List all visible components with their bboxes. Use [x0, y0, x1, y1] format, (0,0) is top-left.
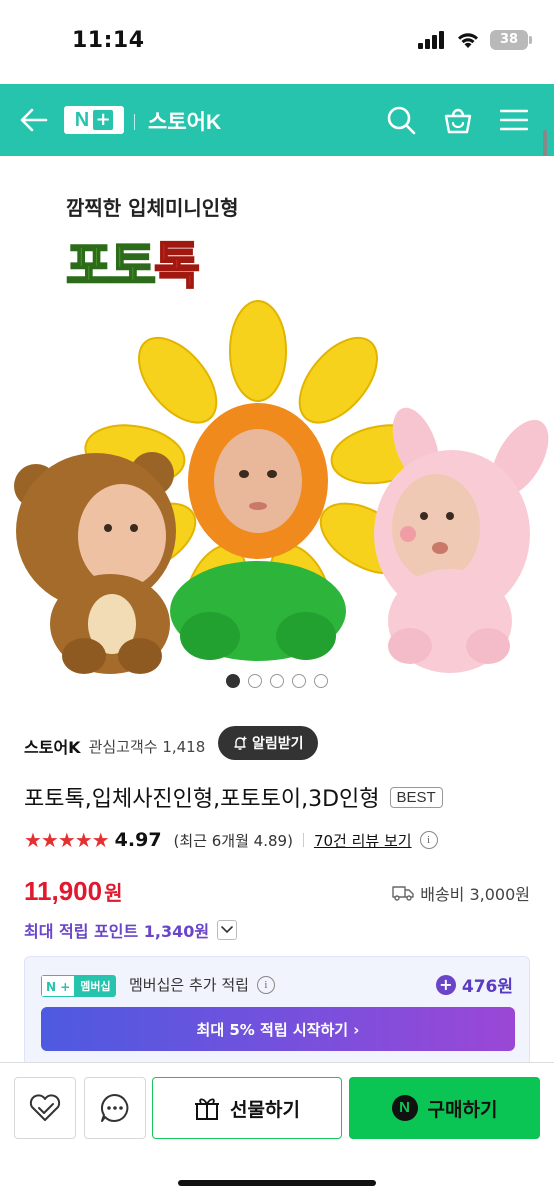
- top-header: N + 스토어K: [0, 84, 554, 156]
- best-badge: BEST: [389, 786, 443, 808]
- bell-plus-icon: [234, 736, 247, 750]
- bear-doll: [14, 452, 176, 674]
- hamburger-menu-icon: [500, 109, 528, 131]
- membership-badge: N + 멤버십: [41, 975, 116, 997]
- home-indicator[interactable]: [178, 1180, 376, 1186]
- buy-label: 구매하기: [427, 1098, 498, 1121]
- truck-icon: [392, 886, 414, 901]
- product-title-text: 포토톡,입체사진인형,포토토이,3D인형: [24, 787, 380, 812]
- signal-icon: [418, 31, 444, 49]
- menu-button[interactable]: [496, 102, 532, 138]
- membership-start-button[interactable]: 최대 5% 적립 시작하기 ›: [41, 1007, 515, 1051]
- back-arrow-icon: [20, 108, 48, 132]
- search-icon: [387, 106, 416, 135]
- gift-icon: [195, 1098, 220, 1120]
- gift-button[interactable]: 선물하기: [152, 1077, 342, 1139]
- search-button[interactable]: [383, 102, 419, 138]
- membership-box: N + 멤버십 멤버십은 추가 적립 i + 476원 최대 5% 적립 시작하…: [24, 956, 530, 1062]
- rating-value: 4.97: [114, 829, 162, 851]
- chat-bubble-icon: [100, 1093, 129, 1122]
- bunny-doll: [374, 407, 549, 673]
- rating-row: ★★★★★ 4.97 (최근 6개월 4.89) 70건 리뷰 보기 i: [24, 828, 438, 852]
- price-value: 11,900: [24, 876, 103, 906]
- brand-plus: +: [93, 110, 114, 130]
- membership-points: + 476원: [435, 972, 513, 997]
- alarm-label: 알림받기: [252, 736, 304, 752]
- header-divider: [134, 114, 135, 130]
- battery-icon: 38: [490, 30, 532, 50]
- carousel-dot-2[interactable]: [248, 674, 262, 688]
- product-photo-dolls: [14, 300, 549, 674]
- membership-text: 멤버십은 추가 적립 i: [129, 974, 275, 995]
- points-expand-button[interactable]: [217, 920, 238, 940]
- membership-badge-np: N +: [41, 975, 76, 997]
- status-time: 11:14: [72, 28, 145, 53]
- chevron-down-icon: [221, 926, 233, 934]
- shopping-bag-icon: [444, 108, 472, 134]
- points-label: 최대 적립 포인트 1,340원: [24, 922, 210, 941]
- review-link[interactable]: 70건 리뷰 보기: [314, 830, 412, 851]
- wishlist-button[interactable]: [14, 1077, 76, 1139]
- store-fans-count: 관심고객수 1,418: [88, 737, 206, 756]
- recent-rating: (최근 6개월 4.89): [173, 831, 293, 850]
- wifi-icon: [458, 33, 478, 48]
- store-title[interactable]: 스토어K: [148, 106, 221, 136]
- price-unit: 원: [104, 883, 123, 905]
- naver-plus-logo[interactable]: N +: [64, 106, 124, 134]
- membership-points-value: 476원: [461, 977, 513, 997]
- membership-text-label: 멤버십은 추가 적립: [129, 976, 249, 994]
- plus-circle-icon: +: [435, 974, 456, 995]
- shipping-fee: 배송비 3,000원: [420, 885, 530, 904]
- heart-check-icon: [29, 1094, 61, 1121]
- rating-divider: [302, 833, 304, 847]
- status-icons: 38: [418, 30, 532, 50]
- carousel-dot-1[interactable]: [226, 674, 240, 688]
- max-points[interactable]: 최대 적립 포인트 1,340원: [24, 918, 238, 942]
- rating-stars-icon: ★★★★★: [24, 828, 110, 852]
- info-icon[interactable]: i: [419, 831, 438, 849]
- membership-badge-label: 멤버십: [80, 980, 111, 993]
- naver-n-icon: N: [391, 1095, 418, 1121]
- membership-info-icon[interactable]: i: [256, 975, 275, 994]
- carousel-dot-5[interactable]: [314, 674, 328, 688]
- product-title: 포토톡,입체사진인형,포토토이,3D인형 BEST: [24, 781, 443, 813]
- cart-button[interactable]: [440, 102, 476, 138]
- alarm-button[interactable]: 알림받기: [218, 726, 318, 760]
- chat-button[interactable]: [84, 1077, 146, 1139]
- buy-button[interactable]: N 구매하기: [349, 1077, 540, 1139]
- price: 11,900 원: [24, 876, 123, 907]
- gift-label: 선물하기: [230, 1098, 300, 1121]
- back-button[interactable]: [16, 102, 52, 138]
- status-bar: 11:14 38: [0, 0, 554, 84]
- carousel-dot-4[interactable]: [292, 674, 306, 688]
- product-image-carousel[interactable]: 깜찍한 입체미니인형 포토톡: [0, 156, 554, 700]
- battery-level: 38: [499, 32, 519, 47]
- store-name[interactable]: 스토어K: [24, 734, 81, 758]
- carousel-dots: [0, 674, 554, 688]
- carousel-dot-3[interactable]: [270, 674, 284, 688]
- shipping-info: 배송비 3,000원: [392, 881, 530, 905]
- store-info: 스토어K 관심고객수 1,418: [24, 734, 205, 758]
- brand-n: N: [74, 108, 90, 131]
